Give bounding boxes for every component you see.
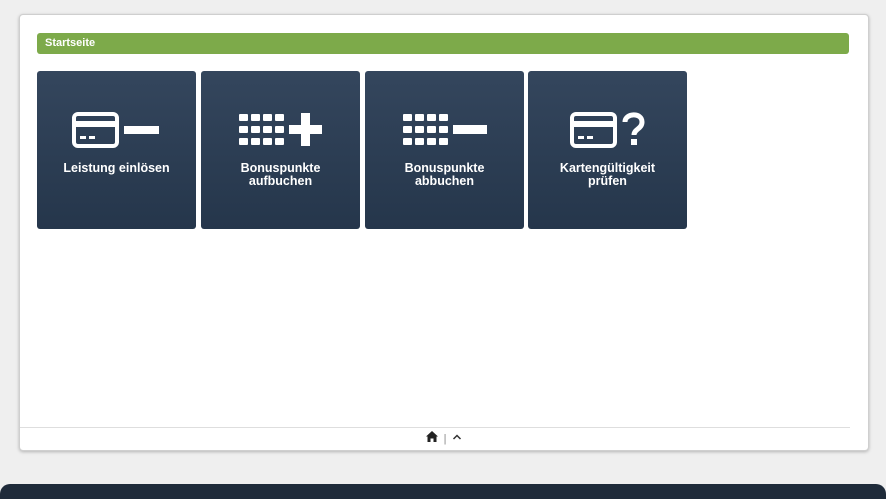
tile-label: Leistung einlösen bbox=[63, 161, 170, 175]
tile-label: Bonuspunkte aufbuchen bbox=[240, 161, 321, 188]
footer-separator: | bbox=[443, 432, 447, 445]
tile-leistung-einloesen[interactable]: Leistung einlösen bbox=[37, 71, 196, 229]
card-minus-icon bbox=[72, 112, 159, 148]
page-title: Startseite bbox=[37, 33, 849, 54]
main-panel: Startseite Leistung einlösen Bonuspunkte… bbox=[19, 14, 869, 451]
footer-divider bbox=[20, 427, 850, 428]
grid-minus-icon bbox=[403, 114, 487, 145]
tile-label: Bonuspunkte abbuchen bbox=[404, 161, 485, 188]
tile-bonuspunkte-abbuchen[interactable]: Bonuspunkte abbuchen bbox=[365, 71, 524, 229]
bottom-bar bbox=[0, 484, 886, 499]
chevron-up-icon[interactable] bbox=[452, 432, 462, 446]
tile-bonuspunkte-aufbuchen[interactable]: Bonuspunkte aufbuchen bbox=[201, 71, 360, 229]
tile-kartengueltigkeit-pruefen[interactable]: Kartengültigkeit prüfen bbox=[528, 71, 687, 229]
home-icon[interactable] bbox=[425, 431, 438, 446]
card-question-icon bbox=[570, 112, 645, 148]
footer-nav: | bbox=[20, 431, 868, 446]
grid-plus-icon bbox=[239, 113, 322, 146]
tile-label: Kartengültigkeit prüfen bbox=[559, 161, 656, 188]
